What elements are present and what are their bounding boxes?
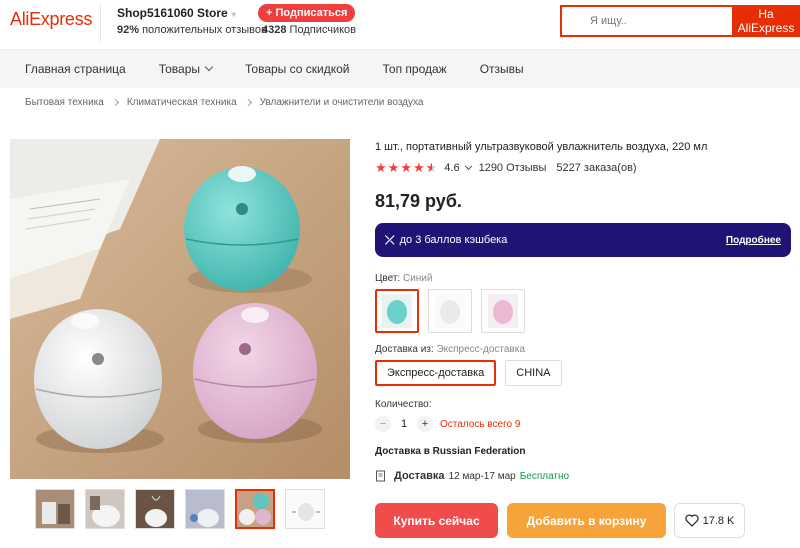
document-icon <box>376 470 385 482</box>
thumbnail[interactable] <box>35 489 75 529</box>
reviews-count[interactable]: 1290 Отзывы <box>479 162 547 174</box>
quantity-value[interactable]: 1 <box>391 418 417 430</box>
chevron-right-icon <box>111 98 119 107</box>
thumbnail[interactable] <box>135 489 175 529</box>
header-divider <box>100 4 101 42</box>
heart-icon <box>684 514 699 527</box>
quantity-decrease-button[interactable]: − <box>375 416 391 432</box>
positive-label: положительных отзывов <box>139 24 267 36</box>
cashback-details-link[interactable]: Подробнее <box>726 235 781 246</box>
subscribe-button[interactable]: + Подписаться <box>258 4 356 22</box>
thumbnail-image <box>86 490 124 528</box>
star-rating: ★ ★ ★ ★ ★ <box>375 161 438 174</box>
thumbnail-selected[interactable] <box>235 489 275 529</box>
rating-row: ★ ★ ★ ★ ★ 4.6 1290 Отзывы 5227 заказа(ов… <box>375 161 637 174</box>
thumbnail[interactable] <box>185 489 225 529</box>
wishlist-count: 17.8 K <box>702 514 735 527</box>
chevron-down-icon[interactable] <box>204 62 214 72</box>
ship-from-value: Экспресс-доставка <box>436 344 525 355</box>
subscribers-count: 4328 Подписчиков <box>262 24 356 36</box>
thumbnail-image <box>36 490 74 528</box>
breadcrumb-item[interactable]: Климатическая техника <box>127 97 237 108</box>
swatch-white[interactable] <box>428 289 472 333</box>
thumbnail[interactable] <box>285 489 325 529</box>
search-input[interactable] <box>562 7 732 35</box>
site-header: AliExpress Shop5161060 Store ▾ 92% положи… <box>0 0 800 50</box>
star-icon: ★ <box>387 160 400 175</box>
quantity-stepper: − 1 + Осталось всего 9 <box>375 416 520 432</box>
color-label: Цвет: Синий <box>375 273 432 284</box>
thumbnail-image <box>186 490 224 528</box>
color-swatches <box>375 289 534 333</box>
store-nav: Главная страница Товары Товары со скидко… <box>0 50 800 88</box>
delivery-label: Доставка <box>394 470 445 482</box>
aliexpress-logo[interactable]: AliExpress <box>10 9 92 30</box>
delivery-info: Доставка 12 мар-17 мар Бесплатно <box>375 470 569 482</box>
thumbnail-image <box>286 490 324 528</box>
ship-from-label: Доставка из: Экспресс-доставка <box>375 344 525 355</box>
swatch-image <box>488 294 518 328</box>
store-name-label[interactable]: Shop5161060 Store <box>117 6 228 20</box>
nav-reviews[interactable]: Отзывы <box>480 62 524 76</box>
store-caret-icon[interactable]: ▾ <box>232 10 236 19</box>
orders-count: 5227 заказа(ов) <box>556 161 637 174</box>
thumbnail[interactable] <box>85 489 125 529</box>
nav-products-label[interactable]: Товары <box>159 62 200 76</box>
product-main-image[interactable] <box>10 139 350 479</box>
ship-option-express[interactable]: Экспресс-доставка <box>375 360 497 386</box>
nav-top-sales[interactable]: Топ продаж <box>383 62 447 76</box>
chevron-down-icon[interactable] <box>464 162 472 170</box>
thumbnail-strip <box>35 489 335 529</box>
humidifier-photo <box>10 139 350 479</box>
stock-left: Осталось всего 9 <box>440 418 521 430</box>
color-label-text: Цвет: <box>375 273 403 284</box>
swatch-image <box>435 294 465 328</box>
buy-now-button[interactable]: Купить сейчас <box>375 503 498 538</box>
add-to-cart-button[interactable]: Добавить в корзину <box>507 503 666 538</box>
nav-products[interactable]: Товары <box>159 62 214 76</box>
product-title: 1 шт., портативный ультразвуковой увлажн… <box>375 141 708 153</box>
positive-percent: 92% <box>117 24 140 36</box>
chevron-right-icon <box>244 98 252 107</box>
wishlist-button[interactable]: 17.8 K <box>674 503 745 538</box>
quantity-increase-button[interactable]: + <box>417 416 433 432</box>
star-icon: ★ <box>400 160 412 175</box>
color-value: Синий <box>402 273 433 284</box>
subscribers-label: Подписчиков <box>286 24 356 36</box>
delivery-price: Бесплатно <box>519 470 570 482</box>
delivery-destination[interactable]: Доставка в Russian Federation <box>375 446 525 457</box>
cashback-icon: ⤫ <box>385 232 395 247</box>
swatch-pink[interactable] <box>481 289 525 333</box>
cashback-text: до 3 баллов кэшбека <box>399 234 508 246</box>
breadcrumb-item[interactable]: Бытовая техника <box>25 97 104 108</box>
subscribers-number: 4328 <box>262 24 287 36</box>
quantity-label: Количество: <box>375 399 432 410</box>
search-bar: На AliExpress <box>560 5 800 37</box>
half-star-icon: ★ <box>425 160 438 175</box>
swatch-teal[interactable] <box>375 289 419 333</box>
star-icon: ★ <box>375 160 387 175</box>
thumbnail-image <box>136 490 174 528</box>
delivery-dates: 12 мар-17 мар <box>448 470 516 482</box>
star-icon: ★ <box>412 160 425 175</box>
product-price: 81,79 руб. <box>375 191 462 211</box>
ship-from-label-text: Доставка из: <box>375 344 437 355</box>
nav-discounts[interactable]: Товары со скидкой <box>245 62 349 76</box>
ship-from-options: Экспресс-доставка CHINA <box>375 360 571 386</box>
store-name[interactable]: Shop5161060 Store ▾ <box>117 6 236 20</box>
ship-option-china[interactable]: CHINA <box>505 360 562 386</box>
store-positive-feedback: 92% положительных отзывов <box>117 24 267 36</box>
breadcrumb: Бытовая техника Климатическая техника Ув… <box>25 97 423 108</box>
rating-value[interactable]: 4.6 <box>444 162 459 174</box>
search-button[interactable]: На AliExpress <box>732 7 800 35</box>
swatch-image <box>382 294 412 328</box>
cashback-banner[interactable]: ⤫ до 3 баллов кэшбека Подробнее <box>375 223 791 257</box>
breadcrumb-item[interactable]: Увлажнители и очистители воздуха <box>260 97 424 108</box>
thumbnail-image <box>237 491 273 527</box>
nav-home[interactable]: Главная страница <box>25 62 126 76</box>
